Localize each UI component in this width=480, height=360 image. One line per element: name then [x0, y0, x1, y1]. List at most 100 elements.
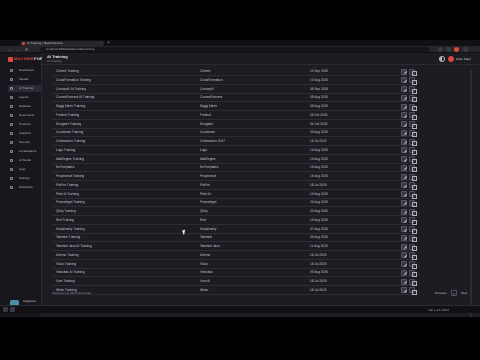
table-row[interactable]: PinFun Training PinFun 18 Jul 2025	[52, 181, 417, 190]
edit-icon[interactable]	[401, 278, 407, 285]
sidebar-item-documents[interactable]: Documents	[8, 112, 41, 119]
edit-icon[interactable]	[401, 173, 407, 180]
delete-icon[interactable]	[409, 208, 417, 216]
back-icon[interactable]: ←	[8, 46, 12, 53]
user-name[interactable]: Kiran Patel	[456, 56, 471, 62]
forward-icon[interactable]: →	[16, 46, 20, 53]
edit-icon[interactable]	[401, 129, 407, 136]
delete-icon[interactable]	[409, 156, 417, 164]
table-row[interactable]: Udemo Training Udemo 18 Jul 2025	[52, 251, 417, 260]
delete-icon[interactable]	[409, 77, 417, 85]
delete-icon[interactable]	[409, 147, 417, 155]
profile-icon[interactable]	[454, 47, 459, 52]
scrollbar[interactable]	[470, 70, 472, 317]
extension-icon[interactable]	[438, 47, 443, 52]
edit-icon[interactable]	[401, 86, 407, 92]
edit-icon[interactable]	[401, 121, 407, 127]
sidebar-item-workflows[interactable]: Workflows	[8, 184, 41, 191]
table-row[interactable]: ConceptX AI Training ConceptX 08 Sep 2025	[52, 85, 417, 94]
edit-icon[interactable]	[401, 261, 407, 267]
table-row[interactable]: Coursewin Training Coursewin 03 Aug 2025	[52, 128, 417, 138]
avatar[interactable]	[448, 56, 454, 62]
delete-icon[interactable]	[409, 199, 417, 208]
table-row[interactable]: Pricewidget Training Pricewidget 26 Aug 20…	[52, 198, 417, 208]
delete-icon[interactable]	[409, 112, 417, 120]
table-row[interactable]: Shoplimetly Training Shoplimetly 07 Aug 20…	[52, 225, 417, 234]
delete-icon[interactable]	[409, 103, 417, 111]
sidebar-item-analytics[interactable]: Analytics	[8, 130, 41, 137]
edit-icon[interactable]	[401, 217, 407, 224]
sidebar-item-dashboard[interactable]: Dashboard	[8, 67, 41, 74]
delete-icon[interactable]	[409, 94, 417, 103]
delete-icon[interactable]	[409, 68, 417, 76]
delete-icon[interactable]	[409, 164, 417, 173]
delete-icon[interactable]	[409, 138, 417, 146]
table-row[interactable]: Pixel AI Training Pixel AI 19 Aug 2025	[52, 190, 417, 199]
table-row[interactable]: Diggy Miner Training Diggy Miner 08 Aug 20…	[52, 102, 417, 111]
sidebar-item-logs[interactable]: Logs	[8, 166, 41, 173]
delete-icon[interactable]	[409, 191, 417, 199]
table-row[interactable]: Doogster Training Doogster 04 Oct 2025	[52, 120, 417, 129]
delete-icon[interactable]	[409, 173, 417, 181]
sidebar-item-agents[interactable]: Agents	[8, 94, 41, 101]
sidebar-item-products[interactable]: Products	[8, 121, 41, 128]
delete-icon[interactable]	[409, 261, 417, 269]
delete-icon[interactable]	[409, 226, 417, 234]
table-row[interactable]: Vum Training Vum AI 18 Jul 2025	[52, 277, 417, 286]
address-bar[interactable]: localhost:3000/dashboard/ai-training	[40, 47, 430, 52]
table-row[interactable]: Talentub Java AI Training Talentub Java 11…	[52, 242, 417, 251]
sidebar-item-localizations[interactable]: Localizations	[8, 148, 41, 155]
delete-icon[interactable]	[409, 243, 417, 251]
table-row[interactable]: CourseRunners AI Training CourseRunners 08…	[52, 93, 417, 103]
table-row[interactable]: NxTemplates NxTemplates 15 Aug 2025	[52, 163, 417, 173]
sidebar-item-datasets[interactable]: Datasets	[8, 103, 41, 110]
edit-icon[interactable]	[401, 252, 407, 259]
edit-icon[interactable]	[401, 234, 407, 241]
delete-icon[interactable]	[409, 86, 417, 94]
table-row[interactable]: Logo Training Logo 16 Aug 2025	[52, 146, 417, 155]
theme-toggle-icon[interactable]	[439, 56, 445, 62]
sidebar-item-settings[interactable]: Settings	[8, 175, 41, 182]
edit-icon[interactable]	[401, 287, 407, 294]
table-row[interactable]: CloudFormation Training CloudFormation 10 …	[52, 76, 417, 85]
edit-icon[interactable]	[401, 77, 407, 84]
edit-icon[interactable]	[401, 269, 407, 276]
edit-icon[interactable]	[401, 138, 407, 145]
sidebar-item-models[interactable]: Models	[8, 76, 41, 83]
delete-icon[interactable]	[409, 252, 417, 260]
delete-icon[interactable]	[409, 182, 417, 190]
table-row[interactable]: Peoplechat Training Peoplechat 15 Aug 2025	[52, 172, 417, 181]
reload-icon[interactable]: ⟳	[25, 46, 28, 53]
edit-icon[interactable]	[401, 199, 407, 206]
edit-icon[interactable]	[401, 156, 407, 162]
breadcrumb[interactable]: AI Training	[47, 59, 61, 63]
delete-icon[interactable]	[409, 129, 417, 138]
extension-icon[interactable]	[446, 47, 451, 52]
edit-icon[interactable]	[401, 112, 407, 119]
table-row[interactable]: Vidzo Training Vidzo 18 Jul 2025	[52, 260, 417, 269]
workspace-switcher[interactable]: Organizer Workspace	[8, 297, 40, 311]
edit-icon[interactable]	[401, 243, 407, 250]
sidebar-item-ai-studio[interactable]: AI Studio	[8, 157, 41, 164]
edit-icon[interactable]	[401, 164, 407, 171]
sidebar-item-ai-training[interactable]: AI Training	[8, 85, 41, 92]
edit-icon[interactable]	[401, 191, 407, 197]
delete-icon[interactable]	[409, 121, 417, 129]
delete-icon[interactable]	[409, 217, 417, 225]
table-row[interactable]: Talentub Training Talentub 06 Aug 2025	[52, 233, 417, 243]
table-row[interactable]: Qlinq Training Qlinq 20 Aug 2025	[52, 207, 417, 216]
delete-icon[interactable]	[409, 269, 417, 278]
edit-icon[interactable]	[401, 226, 407, 232]
table-row[interactable]: Freebot Training Freebot 05 Oct 2025	[52, 111, 417, 120]
table-row[interactable]: Webo Training Webo 18 Jul 2025	[52, 286, 417, 295]
table-row[interactable]: MailEngine Training MailEngine 15 Aug 2025	[52, 155, 417, 164]
edit-icon[interactable]	[401, 94, 407, 101]
table-row[interactable]: Velocitas AI Training Velocitas 09 Aug 202…	[52, 268, 417, 278]
edit-icon[interactable]	[401, 208, 407, 215]
table-row[interactable]: Red Training Red 19 Aug 2025	[52, 216, 417, 225]
sidebar-item-security[interactable]: Security	[8, 139, 41, 146]
delete-icon[interactable]	[409, 287, 417, 295]
edit-icon[interactable]	[401, 68, 407, 75]
edit-icon[interactable]	[401, 182, 407, 189]
edit-icon[interactable]	[401, 103, 407, 110]
